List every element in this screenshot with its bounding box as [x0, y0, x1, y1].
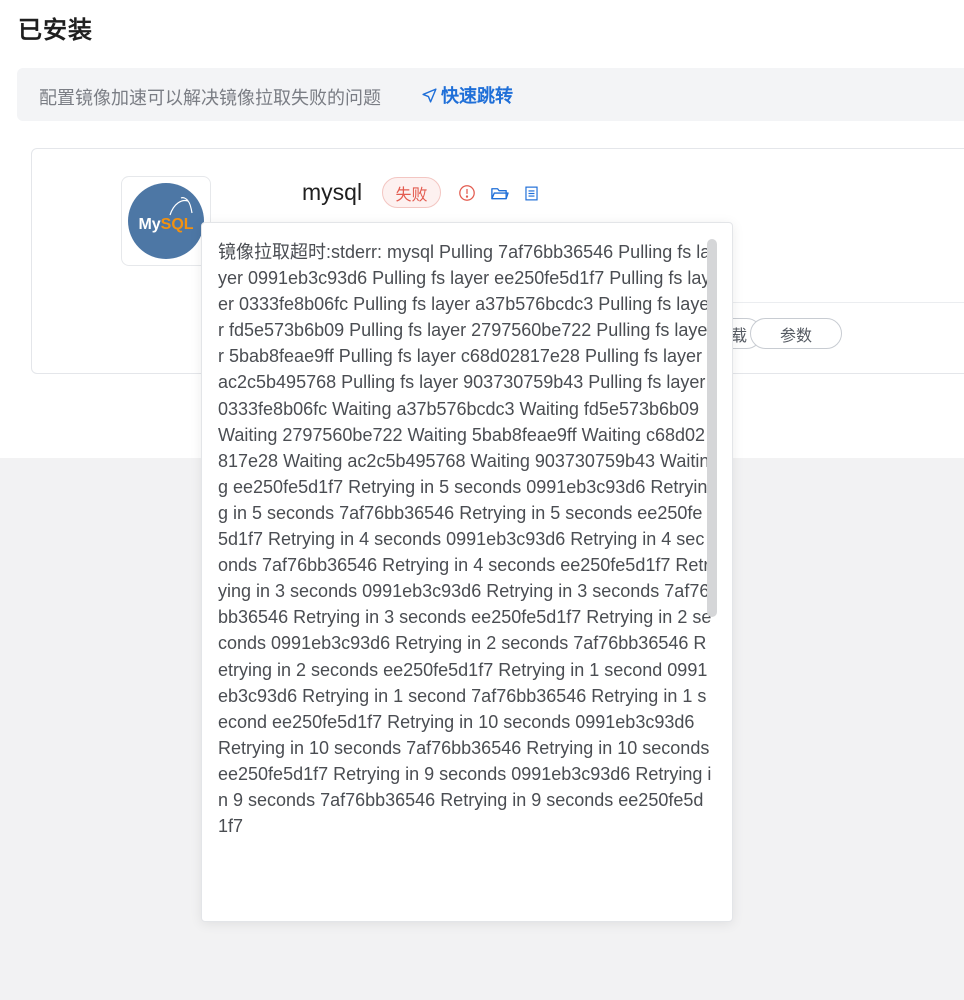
mysql-logo-icon: MySQL — [128, 183, 204, 259]
params-button[interactable]: 参数 — [750, 318, 842, 349]
alert-circle-icon[interactable] — [457, 183, 477, 203]
quick-jump-label: 快速跳转 — [441, 86, 513, 106]
send-icon — [422, 87, 437, 103]
status-badge[interactable]: 失败 — [382, 177, 441, 208]
document-icon[interactable] — [521, 183, 541, 203]
folder-icon[interactable] — [489, 183, 509, 203]
logo-text-my: My — [138, 216, 161, 233]
mirror-notice-bar: 配置镜像加速可以解决镜像拉取失败的问题 快速跳转 — [17, 68, 964, 121]
popover-scrollbar[interactable] — [707, 239, 717, 617]
quick-jump-link[interactable]: 快速跳转 — [421, 82, 513, 108]
dolphin-icon — [169, 197, 193, 216]
page-title: 已安装 — [18, 17, 93, 44]
error-message-text: 镜像拉取超时:stderr: mysql Pulling 7af76bb3654… — [218, 242, 712, 837]
app-name: mysql — [302, 179, 363, 205]
card-divider — [702, 302, 964, 303]
app-logo: MySQL — [121, 176, 211, 266]
notice-text: 配置镜像加速可以解决镜像拉取失败的问题 — [39, 88, 381, 108]
error-message-popover: 镜像拉取超时:stderr: mysql Pulling 7af76bb3654… — [201, 222, 733, 922]
